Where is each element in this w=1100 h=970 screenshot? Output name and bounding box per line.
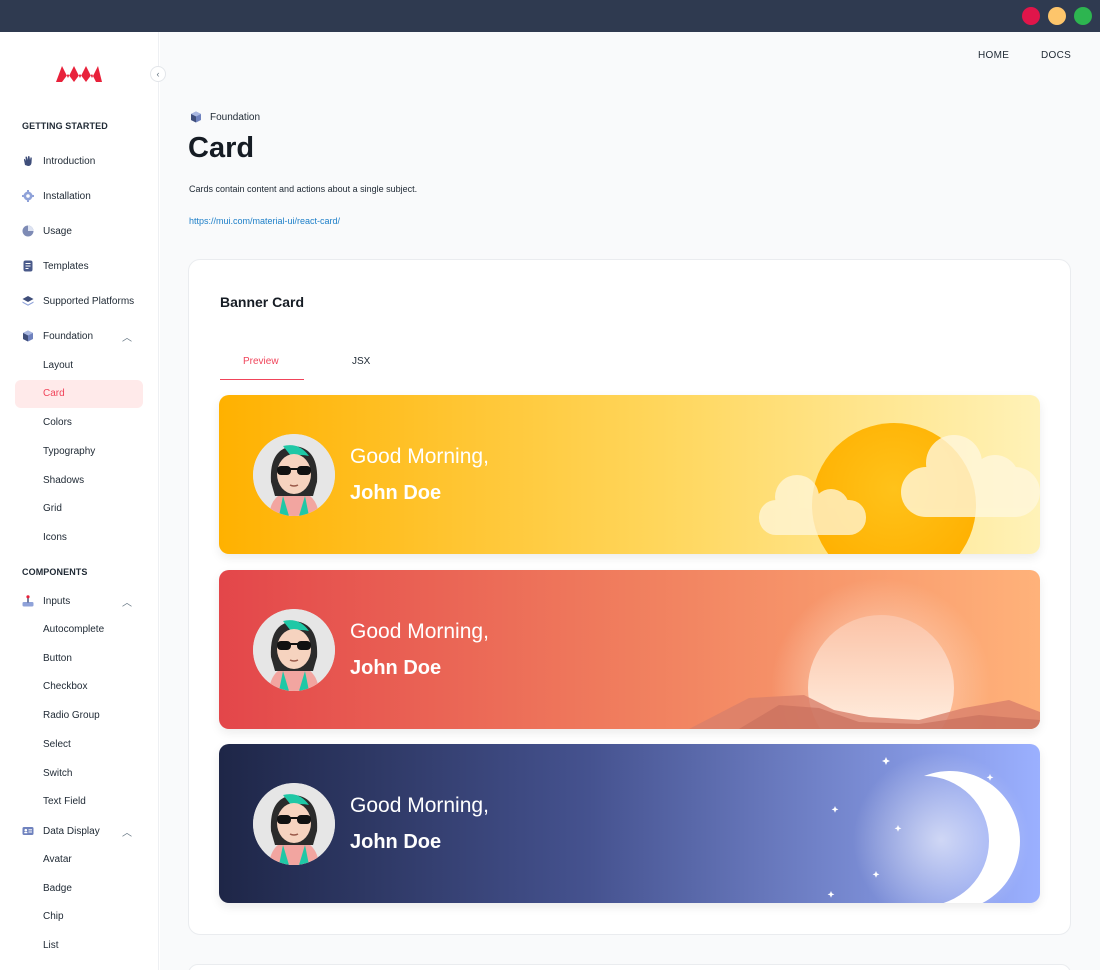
page-description: Cards contain content and actions about … [189,184,418,194]
banner-card-sunny[interactable]: Good Morning, John Doe [219,395,1040,554]
sidebar-item-introduction[interactable]: Introduction [22,151,95,171]
sidebar-subitem-list[interactable]: List [43,938,59,954]
sidebar-item-supported-platforms[interactable]: Supported Platforms [22,291,134,311]
sidebar-subitem-grid[interactable]: Grid [43,501,62,517]
cube-icon [191,111,201,123]
sidebar-item-label: Installation [43,190,91,202]
sidebar-item-label: Introduction [43,155,96,167]
sidebar-subitem-badge[interactable]: Badge [43,881,72,897]
sunny-background [219,395,1040,554]
breadcrumb-label[interactable]: Foundation [210,112,260,123]
sidebar-item-label: Data Display [43,825,100,837]
pie-chart-icon [22,225,34,237]
section-title-getting-started: GETTING STARTED [22,121,108,131]
sidebar-subitem-checkbox[interactable]: Checkbox [43,679,87,695]
greeting-text: Good Morning, [350,794,489,817]
layers-icon [22,295,34,307]
user-name: John Doe [350,657,442,679]
close-window-button[interactable] [1022,7,1040,25]
sidebar-item-installation[interactable]: Installation [22,186,91,206]
tab-preview[interactable]: Preview [243,356,279,367]
sidebar-subitem-switch[interactable]: Switch [43,766,72,782]
active-tab-indicator [220,379,304,380]
sidebar-subitem-layout[interactable]: Layout [43,358,73,374]
brand-logo[interactable] [56,62,102,84]
sidebar-subitem-shadows[interactable]: Shadows [43,473,84,489]
nav-docs-link[interactable]: DOCS [1041,50,1071,61]
chevron-up-icon[interactable]: ︿ [122,594,132,609]
nav-home-link[interactable]: HOME [978,50,1009,61]
document-icon [22,260,34,272]
avatar-illustration [253,609,335,691]
hand-wave-icon [22,155,34,167]
breadcrumb: Foundation [190,111,260,123]
sidebar-item-label: Foundation [43,330,94,342]
sidebar-item-label: Inputs [43,595,71,607]
joystick-icon [22,595,34,607]
cube-icon [22,330,34,342]
chevron-up-icon[interactable]: ︿ [122,329,132,344]
sidebar-subitem-icons[interactable]: Icons [43,530,67,546]
sidebar-subitem-radio-group[interactable]: Radio Group [43,708,100,724]
maximize-window-button[interactable] [1074,7,1092,25]
sidebar-subitem-typography[interactable]: Typography [43,444,95,460]
sidebar-subitem-card[interactable]: Card [43,386,65,402]
greeting-text: Good Morning, [350,620,489,643]
sidebar-item-inputs[interactable]: Inputs [22,591,70,611]
banner-card-sunset[interactable]: Good Morning, John Doe [219,570,1040,729]
night-background [219,744,1040,903]
sidebar-collapse-button[interactable]: ‹ [150,66,166,82]
avatar [253,783,335,865]
avatar [253,434,335,516]
chevron-up-icon[interactable]: ︿ [122,824,132,839]
panel-title: Banner Card [220,294,305,310]
sidebar-item-data-display[interactable]: Data Display [22,821,100,841]
docs-reference-link[interactable]: https://mui.com/material-ui/react-card/ [189,216,340,226]
sidebar-item-foundation[interactable]: Foundation [22,326,93,346]
sidebar-subitem-button[interactable]: Button [43,651,72,667]
sidebar-subitem-text-field[interactable]: Text Field [43,794,86,810]
sidebar-item-label: Supported Platforms [43,295,135,307]
sidebar-item-label: Usage [43,225,72,237]
minimize-window-button[interactable] [1048,7,1066,25]
banner-card-night[interactable]: Good Morning, John Doe [219,744,1040,903]
sidebar-item-label: Templates [43,260,89,272]
greeting-text: Good Morning, [350,445,489,468]
id-card-icon [22,825,34,837]
sidebar-item-templates[interactable]: Templates [22,256,89,276]
user-name: John Doe [350,482,442,504]
page-title: Card [188,132,255,164]
sidebar: ‹ GETTING STARTED Introduction Installat… [0,32,166,970]
avatar-illustration [253,434,335,516]
sidebar-subitem-select[interactable]: Select [43,737,71,753]
sidebar-subitem-autocomplete[interactable]: Autocomplete [43,622,104,638]
sidebar-subitem-colors[interactable]: Colors [43,415,72,431]
window-title-bar [0,0,1100,32]
next-panel [188,964,1071,970]
active-item-highlight [15,380,143,408]
avatar-illustration [253,783,335,865]
gear-icon [22,190,34,202]
sidebar-item-usage[interactable]: Usage [22,221,72,241]
section-title-components: COMPONENTS [22,567,88,577]
tab-jsx[interactable]: JSX [352,356,370,367]
sidebar-subitem-avatar[interactable]: Avatar [43,852,72,868]
avatar [253,609,335,691]
main-content: HOME DOCS Foundation Card Cards contain … [160,32,1100,970]
sunset-background [219,570,1040,729]
sidebar-subitem-chip[interactable]: Chip [43,909,64,925]
user-name: John Doe [350,831,442,853]
banner-card-panel: Banner Card Preview JSX Good Morning, Jo… [188,259,1071,935]
